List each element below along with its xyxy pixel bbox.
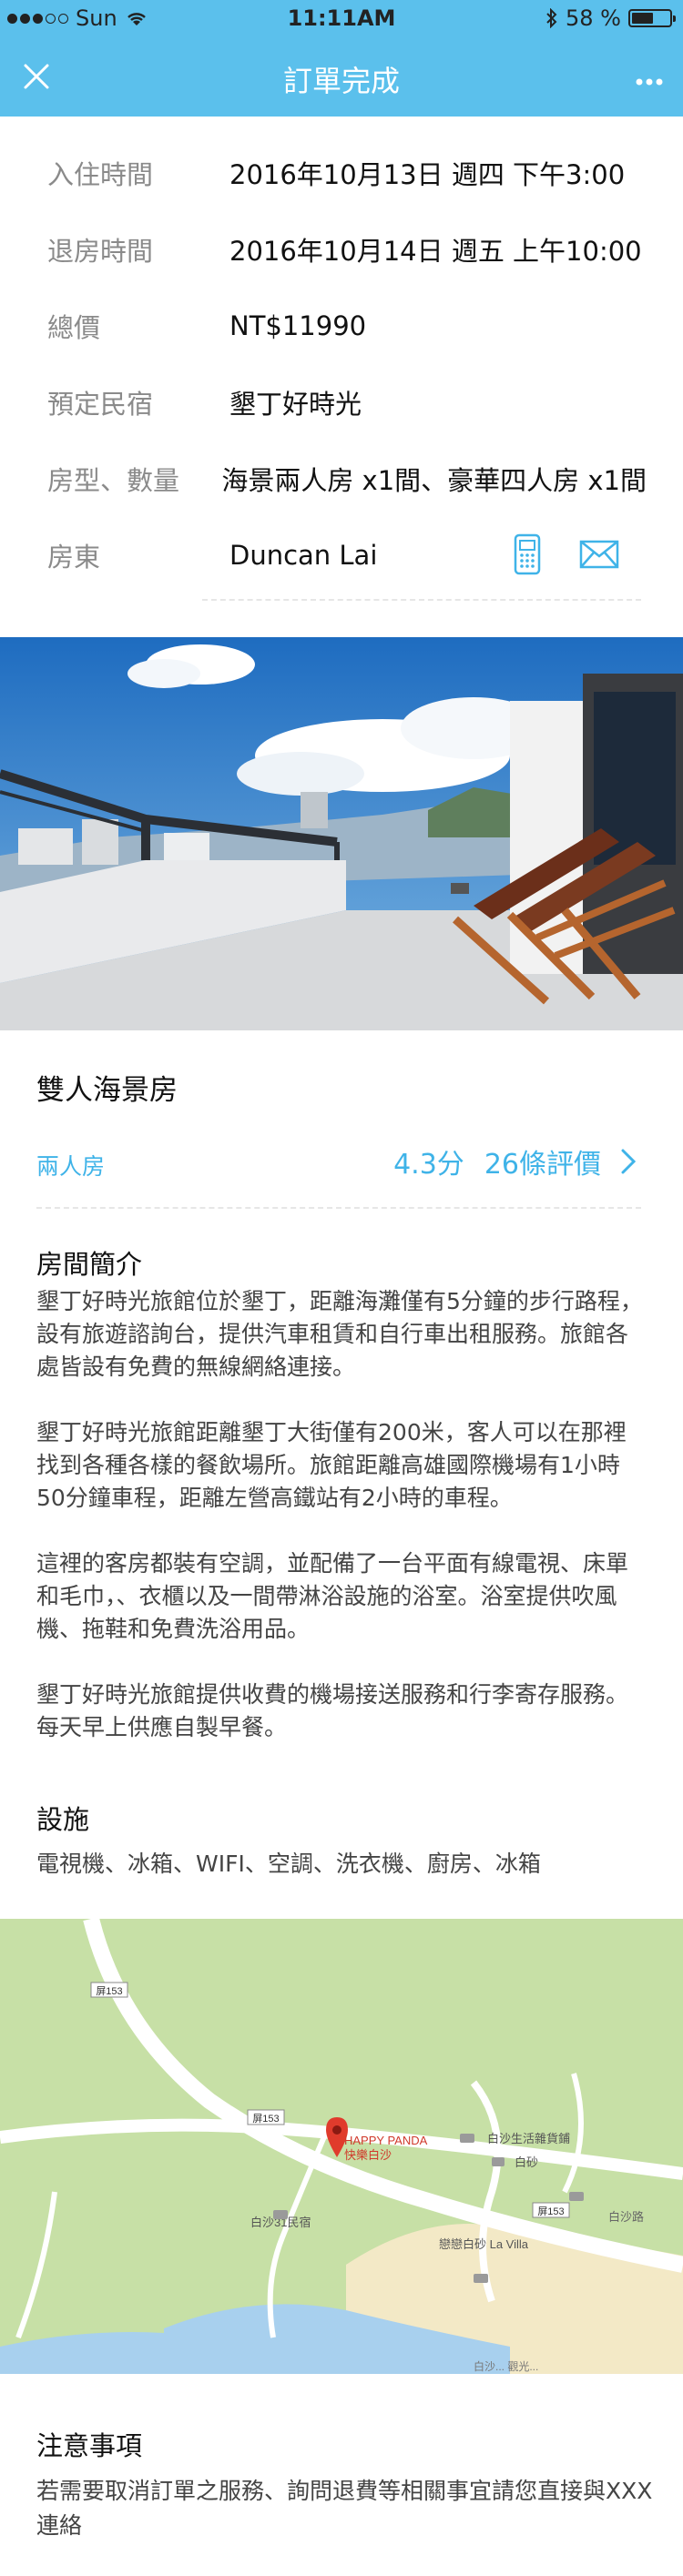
facilities-list: 電視機、冰箱、WIFI、空調、洗衣機、廚房、冰箱 xyxy=(36,1851,541,1877)
bnb-label: 預定民宿 xyxy=(47,389,154,420)
checkin-label: 入住時間 xyxy=(47,159,154,190)
battery-percent: 58 % xyxy=(566,5,621,31)
rating-reviews: 26條評價 xyxy=(484,1149,601,1181)
page-title: 訂單完成 xyxy=(282,64,400,98)
battery-fill xyxy=(632,13,654,24)
rating-link[interactable]: 4.3分 26條評價 xyxy=(393,1141,636,1182)
chevron-right-icon xyxy=(621,1149,636,1174)
info-divider xyxy=(202,599,641,601)
room-photo xyxy=(0,637,683,1030)
booking-info: 入住時間 2016年10月13日 週四 下午3:00 退房時間 2016年10月… xyxy=(0,117,683,601)
intro-title: 房間簡介 xyxy=(36,1249,143,1280)
notes-title: 注意事項 xyxy=(36,2430,143,2461)
notes-text: 若需要取消訂單之服務、詢問退費等相關事宜請您直接與XXX連絡 xyxy=(36,2478,653,2539)
checkin-row: 入住時間 2016年10月13日 週四 下午3:00 xyxy=(47,135,647,211)
mail-icon[interactable] xyxy=(579,540,619,569)
room-value: 海景兩人房 x1間、豪華四人房 x1間 xyxy=(221,465,647,496)
total-value: NT$11990 xyxy=(229,310,367,341)
map-label: 白砂 xyxy=(515,2155,538,2169)
location-map[interactable]: 屏153 屏153 屏153 HAPPY PANDA 快樂白沙 白沙生活雜貨鋪 … xyxy=(0,1919,683,2374)
host-label: 房東 xyxy=(47,542,101,573)
map-label: 白沙生活雜貨鋪 xyxy=(487,2132,570,2145)
more-icon[interactable] xyxy=(636,58,663,95)
map-label: 白沙... 觀光... xyxy=(474,2359,538,2373)
room-label: 房型、數量 xyxy=(47,465,180,496)
intro-text: 墾丁好時光旅館位於墾丁，距離海灘僅有5分鐘的步行路程，設有旅遊諮詢台，提供汽車租… xyxy=(36,1285,647,1777)
checkout-value: 2016年10月14日 週五 上午10:00 xyxy=(229,236,642,267)
checkout-row: 退房時間 2016年10月14日 週五 上午10:00 xyxy=(47,211,647,288)
bnb-row: 預定民宿 墾丁好時光 xyxy=(47,364,647,441)
road-label: 屏153 xyxy=(537,2206,564,2217)
road-label: 屏153 xyxy=(96,1985,122,1997)
intro-paragraph: 墾丁好時光旅館位於墾丁，距離海灘僅有5分鐘的步行路程，設有旅遊諮詢台，提供汽車租… xyxy=(36,1288,643,1380)
facilities-title: 設施 xyxy=(36,1804,90,1835)
map-label: 白沙路 xyxy=(608,2210,644,2224)
checkin-value: 2016年10月13日 週四 下午3:00 xyxy=(229,159,626,190)
room-type: 兩人房 xyxy=(36,1153,106,1180)
phone-icon[interactable] xyxy=(514,533,541,575)
checkout-label: 退房時間 xyxy=(47,236,154,267)
total-label: 總價 xyxy=(47,312,101,343)
battery-icon xyxy=(628,9,676,27)
map-label: 戀戀白砂 La Villa xyxy=(439,2237,529,2251)
status-right: 58 % xyxy=(545,5,676,31)
intro-paragraph: 墾丁好時光旅館距離墾丁大街僅有200米，客人可以在那裡找到各種各樣的餐飲場所。旅… xyxy=(36,1419,627,1511)
contact-icons xyxy=(514,533,619,575)
poi-sub: 快樂白沙 xyxy=(344,2148,392,2162)
host-value: Duncan Lai xyxy=(229,540,378,571)
bnb-value: 墾丁好時光 xyxy=(229,389,362,420)
status-bar: Sun 11:11AM 58 % xyxy=(0,0,683,36)
intro-paragraph: 這裡的客房都裝有空調，並配備了一台平面有線電視、床單和毛巾，、衣櫃以及一間帶淋浴… xyxy=(36,1550,629,1642)
poi-name: HAPPY PANDA xyxy=(344,2134,428,2147)
room-divider xyxy=(36,1207,641,1209)
bluetooth-icon xyxy=(546,8,557,28)
host-row: 房東 Duncan Lai xyxy=(47,517,647,593)
total-row: 總價 NT$11990 xyxy=(47,288,647,364)
nav-bar: 訂單完成 xyxy=(0,36,683,117)
room-row: 房型、數量 海景兩人房 x1間、豪華四人房 x1間 xyxy=(47,441,647,517)
room-title: 雙人海景房 xyxy=(36,1074,178,1107)
road-label: 屏153 xyxy=(252,2113,279,2125)
intro-paragraph: 墾丁好時光旅館提供收費的機場接送服務和行李寄存服務。每天早上供應自製早餐。 xyxy=(36,1681,629,1740)
rating-score: 4.3分 xyxy=(393,1149,464,1181)
